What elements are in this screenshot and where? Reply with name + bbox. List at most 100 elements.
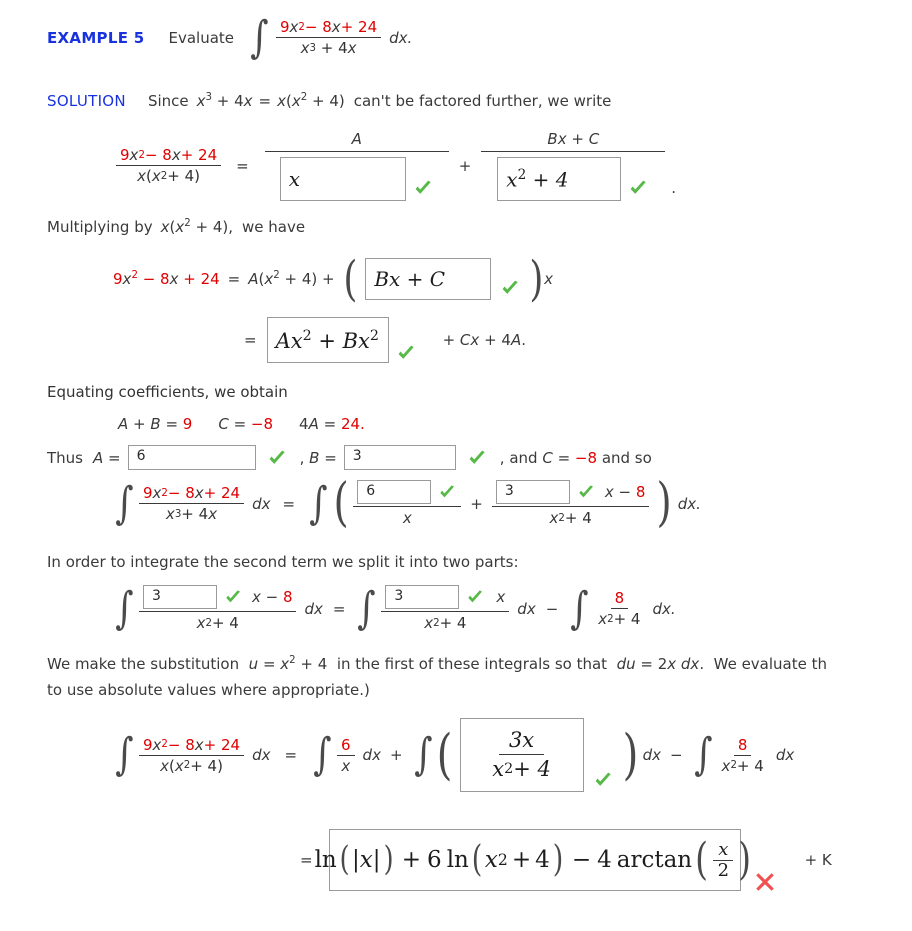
check-icon	[223, 587, 243, 607]
split-dx-end: dx.	[677, 494, 701, 513]
coefficient-equations-row: A + B = 9 C = −8 4A = 24.	[118, 415, 365, 433]
split-lhs-denominator: x3 + 4x	[165, 505, 218, 523]
split2-den3: x2 + 4	[598, 610, 641, 628]
split2-dx3: dx.	[652, 599, 676, 618]
check-icon	[412, 177, 434, 199]
final-term1-den: x	[341, 756, 351, 775]
coef-b-label: , B =	[299, 448, 337, 467]
integral-sign-icon: ∫	[313, 729, 332, 781]
answer-input-split2-b[interactable]: 3	[385, 585, 460, 609]
multiply-trailing-x: x	[544, 270, 553, 288]
substitution-line-1: We make the substitution u = x2 + 4 in t…	[47, 655, 912, 681]
check-icon	[576, 482, 596, 502]
check-icon	[437, 482, 457, 502]
final-equals: =	[284, 746, 298, 764]
split-equals: =	[282, 494, 296, 513]
split-dx: dx	[252, 494, 271, 513]
coefficients-intro: Equating coefficients, we obtain	[47, 383, 288, 401]
split-equation-row: ∫ 3 x − 8 x2 + 4 dx = ∫ 3 x x 2 + 4 dx −…	[115, 582, 676, 634]
coef-eq1: A + B = 9	[118, 415, 193, 433]
coef-a-label: A =	[93, 448, 121, 467]
problem-numerator: 9x2 − 8x + 24	[275, 18, 382, 38]
final-dx3: dx	[775, 746, 795, 764]
split2-equals: =	[332, 599, 346, 618]
answer-input-split-a[interactable]: 6	[357, 480, 432, 504]
thus-row: Thus A = 6 , B = 3 , and C = −8 and so	[47, 445, 652, 470]
split2-dx1: dx	[304, 599, 323, 618]
setup-plus: +	[458, 156, 472, 175]
multiply-text-post: we have	[242, 218, 306, 236]
coef-eq1-value: 9	[182, 415, 193, 433]
answer-input-split2-a[interactable]: 3	[142, 585, 217, 609]
final-term3-den: x2 + 4	[721, 756, 764, 775]
split2-num1-tail: x − 8	[251, 588, 293, 606]
answer-box-denominator-a[interactable]: x	[279, 157, 406, 201]
answer-input-b[interactable]: 3	[343, 445, 456, 470]
answer-input-split-b[interactable]: 3	[495, 480, 570, 504]
problem-differential: dx.	[389, 28, 413, 47]
final-plus: +	[389, 746, 403, 764]
check-icon	[465, 587, 485, 607]
coef-eq3-value: 24.	[340, 415, 365, 433]
integral-split-row: ∫ 9x2 − 8x + 24 x3 + 4x dx = ∫ ( 6 x + 3…	[115, 473, 701, 534]
answer-box-final-fraction-numerator: 3x	[498, 730, 545, 755]
coef-eq3: 4A = 24.	[299, 415, 365, 433]
answer-box-expanded-polynomial[interactable]: Ax2 + Bx2	[266, 317, 389, 363]
answer-box-final-fraction[interactable]: 3x x2 + 4	[459, 718, 584, 792]
solution-expr-right: x(x2 + 4)	[277, 92, 345, 110]
setup-lhs-denominator: x(x 2 + 4)	[137, 167, 200, 185]
right-paren-icon: )	[529, 250, 544, 307]
answer-box-denominator-bc[interactable]: x2 + 4	[497, 157, 622, 201]
answer-box-final-fraction-denominator: x2 + 4	[492, 757, 551, 781]
answer-box-expanded-polynomial-value: Ax2 + Bx2	[275, 327, 379, 353]
answer-box-denominator-bc-value: x2 + 4	[506, 166, 569, 192]
integral-sign-icon: ∫	[570, 582, 589, 634]
final-term3-num: 8	[733, 736, 752, 756]
answer-box-linear-factor[interactable]: Bx + C	[365, 258, 492, 300]
substitution-line-1-text: We make the substitution u = x2 + 4 in t…	[47, 655, 827, 673]
final-dx1: dx	[362, 746, 381, 764]
left-paren-icon: (	[437, 722, 453, 786]
prompt-label: Evaluate	[168, 28, 235, 47]
split2-num2-tail: x	[496, 588, 506, 606]
split2-dx2: dx	[517, 599, 536, 618]
answer-box-final-result[interactable]: ln ( |x| ) + 6 ln ( x2 +4 ) − 4 arctan (…	[315, 829, 751, 891]
multiply-text-pre: Multiplying by	[47, 218, 153, 236]
multiply-eq-term: A(x2 + 4) +	[248, 270, 335, 288]
thus-label: Thus	[47, 448, 83, 467]
coef-tail: , and C = −8 and so	[499, 448, 652, 467]
multiply-expr: x(x2 + 4),	[160, 218, 233, 236]
final-dx: dx	[252, 746, 271, 764]
right-paren-icon: )	[656, 473, 673, 534]
integral-sign-icon: ∫	[115, 729, 134, 781]
split-text: In order to integrate the second term we…	[47, 553, 519, 571]
check-icon	[466, 447, 488, 469]
multiply-equation-row: 9x2 − 8x + 24 = A(x2 + 4) + ( Bx + C ) x	[113, 250, 553, 307]
problem-denominator: x3 + 4x	[300, 39, 357, 57]
final-lhs-numerator: 9x2 − 8x + 24	[138, 736, 245, 756]
integral-sign-icon: ∫	[115, 582, 134, 634]
coef-eq2: C = −8	[218, 415, 274, 433]
example-header-row: EXAMPLE 5 Evaluate ∫ 9x2 − 8x + 24 x3 + …	[47, 11, 413, 63]
setup-lhs-numerator: 9x2 − 8x + 24	[116, 146, 222, 166]
setup-equals: =	[236, 156, 249, 175]
integral-sign-icon: ∫	[357, 582, 377, 634]
solution-label: SOLUTION	[47, 92, 126, 110]
left-paren-icon: (	[333, 473, 349, 534]
split2-minus: −	[545, 599, 559, 618]
substitution-line-2: to use absolute values where appropriate…	[47, 681, 370, 699]
partial-fraction-setup-row: 9x2 − 8x + 24 x(x 2 + 4) = A x + Bx + C …	[113, 130, 676, 201]
integral-sign-icon: ∫	[250, 11, 269, 63]
answer-input-a[interactable]: 6	[127, 445, 256, 470]
final-dx2: dx	[642, 746, 662, 764]
setup-label-a: A	[351, 130, 362, 148]
final-minus: −	[670, 746, 683, 764]
check-icon	[266, 447, 288, 469]
final-answer-row: = ln ( |x| ) + 6 ln ( x2 +4 ) − 4 arctan…	[300, 826, 832, 894]
multiply-intro-row: Multiplying by x(x2 + 4), we have	[47, 218, 305, 236]
setup-period: .	[671, 179, 677, 197]
split-num2-tail: x − 8	[604, 483, 646, 501]
answer-box-final-result-value: ln ( |x| ) + 6 ln ( x2 +4 ) − 4 arctan (…	[314, 833, 752, 885]
solution-row: SOLUTION Since x3 + 4x = x(x2 + 4) can't…	[47, 92, 611, 110]
integral-sign-icon: ∫	[115, 477, 134, 529]
